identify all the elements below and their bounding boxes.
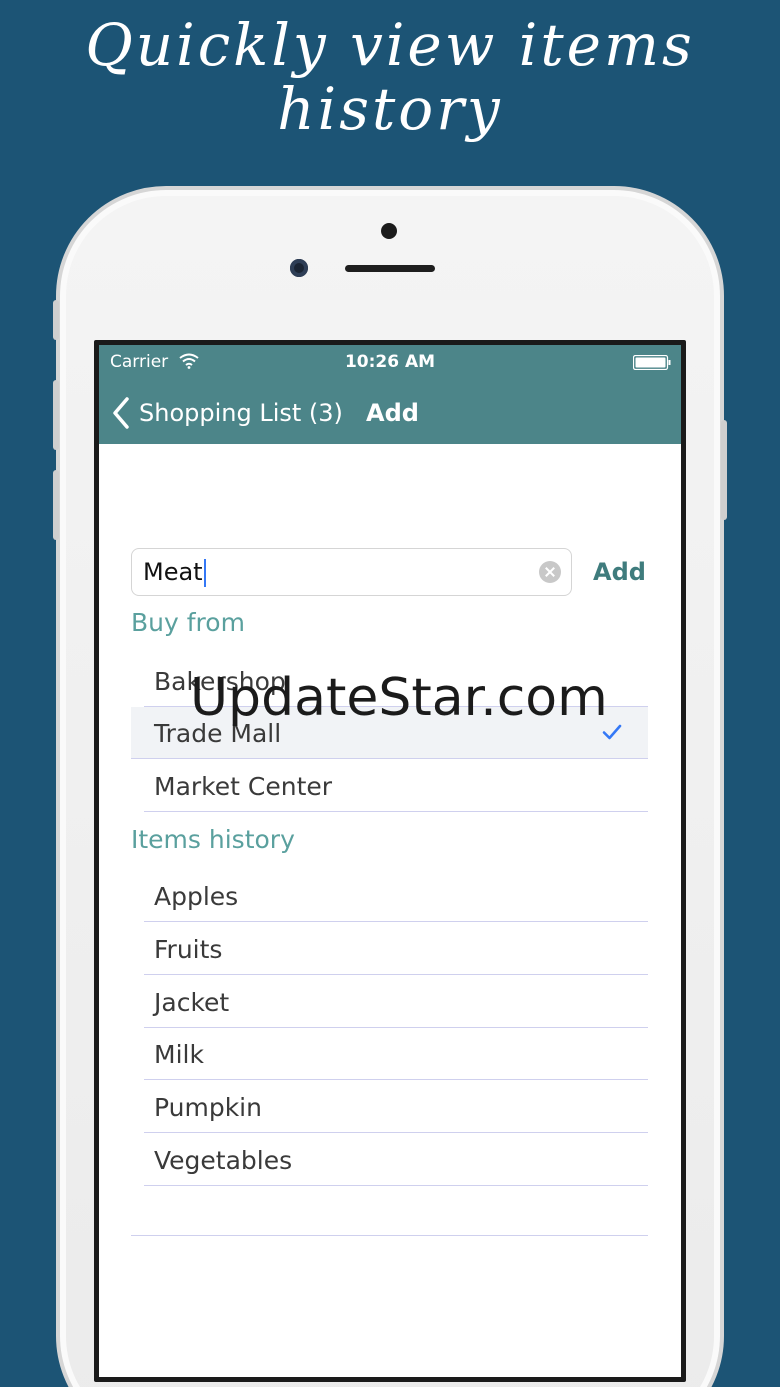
history-row-apples[interactable]: Apples: [144, 870, 648, 922]
item-name-text: Meat: [143, 558, 203, 586]
page-title: Add: [366, 399, 419, 427]
history-item-label: Apples: [154, 882, 239, 911]
back-button-label: Shopping List (3): [139, 399, 343, 427]
history-row-vegetables[interactable]: Vegetables: [144, 1134, 648, 1186]
history-item-label: Pumpkin: [154, 1093, 262, 1122]
item-name-value: Meat: [143, 558, 206, 587]
history-item-label: Vegetables: [154, 1146, 293, 1175]
phone-volume-up-button: [53, 380, 59, 450]
store-label: Market Center: [154, 772, 333, 801]
navigation-bar: Carrier 10:26 AM Shopping List (3) Add: [99, 345, 681, 444]
text-cursor: [203, 559, 206, 587]
front-camera-icon: [290, 259, 308, 277]
status-time: 10:26 AM: [344, 352, 436, 372]
history-item-label: Milk: [154, 1040, 204, 1069]
store-row-market-center[interactable]: Market Center: [144, 760, 648, 812]
add-button[interactable]: Add: [593, 558, 646, 586]
status-bar: Carrier 10:26 AM: [99, 345, 681, 381]
phone-volume-down-button: [53, 470, 59, 540]
buy-from-header: Buy from: [131, 608, 245, 637]
history-item-label: Jacket: [154, 988, 230, 1017]
chevron-left-icon: [113, 397, 129, 429]
phone-side-button: [53, 300, 59, 340]
phone-screen: Carrier 10:26 AM Shopping List (3) Add M…: [94, 340, 686, 1382]
list-bottom-divider: [131, 1235, 648, 1236]
battery-icon: [633, 355, 671, 370]
items-history-header: Items history: [131, 825, 295, 854]
item-name-input[interactable]: Meat: [131, 548, 572, 596]
history-item-label: Fruits: [154, 935, 223, 964]
history-row-jacket[interactable]: Jacket: [144, 976, 648, 1028]
clear-icon[interactable]: [539, 561, 561, 583]
back-button[interactable]: Shopping List (3): [111, 395, 343, 431]
history-row-pumpkin[interactable]: Pumpkin: [144, 1081, 648, 1133]
headline-line-1: Quickly view items: [85, 11, 695, 79]
earpiece-speaker: [345, 265, 435, 272]
front-sensor: [381, 223, 397, 239]
history-row-fruits[interactable]: Fruits: [144, 923, 648, 975]
phone-power-button: [721, 420, 727, 520]
history-row-milk[interactable]: Milk: [144, 1028, 648, 1080]
watermark: UpdateStar.com: [190, 668, 608, 728]
headline-line-2: history: [277, 75, 503, 143]
